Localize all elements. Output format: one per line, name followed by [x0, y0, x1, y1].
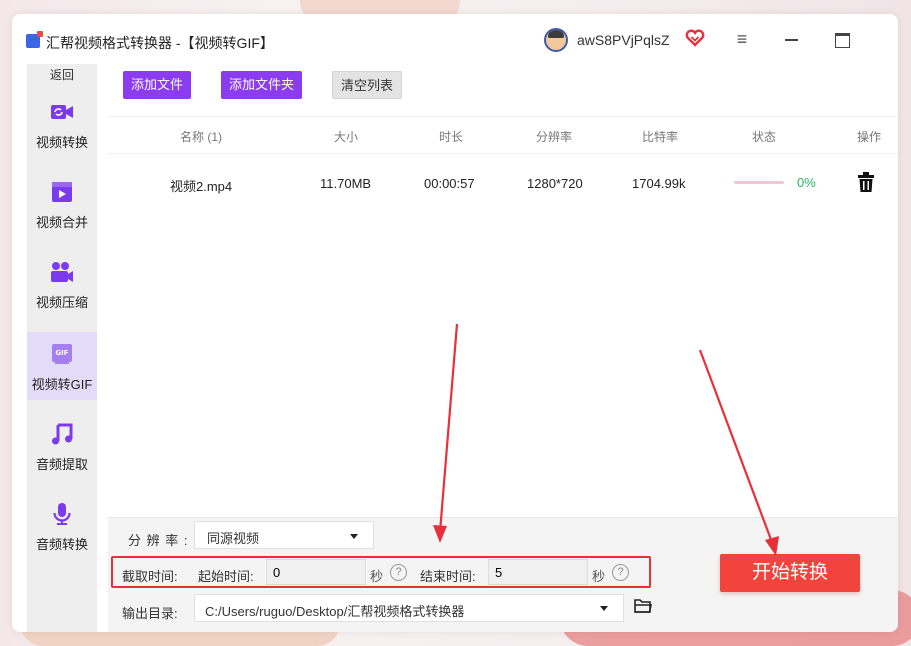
svg-text:GIF: GIF — [55, 349, 68, 357]
add-folder-button[interactable]: 添加文件夹 — [221, 71, 303, 99]
end-time-label: 结束时间: — [420, 569, 476, 584]
sidebar-item-label: 视频压缩 — [35, 295, 88, 310]
column-header-status: 状态 — [752, 130, 777, 144]
back-button[interactable]: 返回 — [27, 64, 97, 86]
cell-size: 11.70MB — [320, 176, 372, 191]
sidebar-item-video-merge[interactable]: 视频合并 — [27, 170, 97, 238]
trash-icon[interactable] — [858, 172, 874, 192]
sidebar-item-video-convert[interactable]: 视频转换 — [27, 90, 97, 158]
user-avatar[interactable] — [544, 28, 568, 52]
username[interactable]: awS8PVjPqlsZ — [577, 32, 670, 48]
help-icon[interactable]: ? — [612, 564, 629, 581]
output-dir-path: C:/Users/ruguo/Desktop/汇帮视频格式转换器 — [205, 604, 465, 619]
resolution-value: 同源视频 — [207, 531, 260, 546]
sidebar-item-video-to-gif[interactable]: GIF 视频转GIF — [27, 332, 97, 400]
video-merge-icon — [52, 182, 72, 202]
progress-bar — [734, 181, 784, 184]
sidebar-item-label: 视频转换 — [35, 135, 88, 150]
app-title: 汇帮视频格式转换器 -【视频转GIF】 — [46, 35, 274, 51]
start-time-input[interactable] — [266, 559, 366, 585]
help-icon[interactable]: ? — [390, 564, 407, 581]
sidebar-item-audio-extract[interactable]: 音频提取 — [27, 412, 97, 480]
sidebar-item-label: 视频转GIF — [31, 377, 93, 392]
start-convert-button[interactable]: 开始转换 — [720, 554, 860, 592]
resolution-select[interactable]: 同源视频 — [194, 521, 374, 549]
minimize-icon[interactable] — [780, 27, 804, 51]
app-window: 汇帮视频格式转换器 -【视频转GIF】 awS8PVjPqlsZ ≡ 返回 视频… — [12, 14, 898, 632]
sidebar-item-audio-convert[interactable]: 音频转换 — [27, 492, 97, 560]
start-time-label: 起始时间: — [198, 569, 254, 584]
sidebar-item-label: 音频提取 — [35, 457, 88, 472]
sidebar-item-label: 音频转换 — [35, 537, 88, 552]
cell-duration: 00:00:57 — [424, 176, 475, 191]
vip-heart-icon[interactable] — [685, 28, 705, 48]
sidebar: 返回 视频转换 视频合并 视频压缩 GIF 视频转GIF 音频提取 音频转换 — [27, 64, 97, 632]
chevron-down-icon — [350, 534, 358, 539]
video-convert-icon — [51, 105, 73, 119]
menu-icon[interactable]: ≡ — [730, 27, 754, 51]
column-header-name[interactable]: 名称 (1) — [180, 128, 222, 145]
column-header-action: 操作 — [857, 130, 882, 144]
maximize-icon[interactable] — [830, 27, 854, 51]
column-header-bitrate[interactable]: 比特率 — [642, 128, 678, 145]
cell-bitrate: 1704.99k — [632, 176, 686, 191]
video-compress-icon — [51, 262, 73, 282]
start-sec-unit: 秒 — [370, 569, 384, 584]
folder-open-icon[interactable] — [634, 598, 652, 614]
microphone-icon — [53, 503, 71, 525]
table-header — [108, 116, 898, 154]
clip-time-label: 截取时间: — [122, 569, 178, 584]
chevron-down-icon — [600, 606, 608, 611]
end-time-input[interactable] — [488, 559, 588, 585]
end-sec-unit: 秒 — [592, 569, 606, 584]
cell-name: 视频2.mp4 — [170, 179, 233, 194]
output-dir-select[interactable]: C:/Users/ruguo/Desktop/汇帮视频格式转换器 — [194, 594, 624, 622]
column-header-resolution[interactable]: 分辨率 — [536, 128, 572, 145]
add-file-button[interactable]: 添加文件 — [123, 71, 192, 99]
column-header-duration[interactable]: 时长 — [439, 128, 463, 145]
app-logo-icon — [26, 31, 43, 48]
title-bar: 汇帮视频格式转换器 -【视频转GIF】 awS8PVjPqlsZ ≡ — [12, 14, 898, 64]
music-note-icon — [52, 423, 73, 445]
output-dir-label: 输出目录: — [122, 606, 178, 621]
clear-list-button[interactable]: 清空列表 — [332, 71, 403, 99]
gif-icon: GIF — [52, 344, 72, 364]
progress-percent: 0% — [797, 175, 816, 190]
resolution-label: 分 辨 率 : — [128, 533, 189, 548]
column-header-size[interactable]: 大小 — [334, 128, 358, 145]
cell-resolution: 1280*720 — [527, 176, 583, 191]
sidebar-item-video-compress[interactable]: 视频压缩 — [27, 250, 97, 318]
sidebar-item-label: 视频合并 — [35, 215, 88, 230]
